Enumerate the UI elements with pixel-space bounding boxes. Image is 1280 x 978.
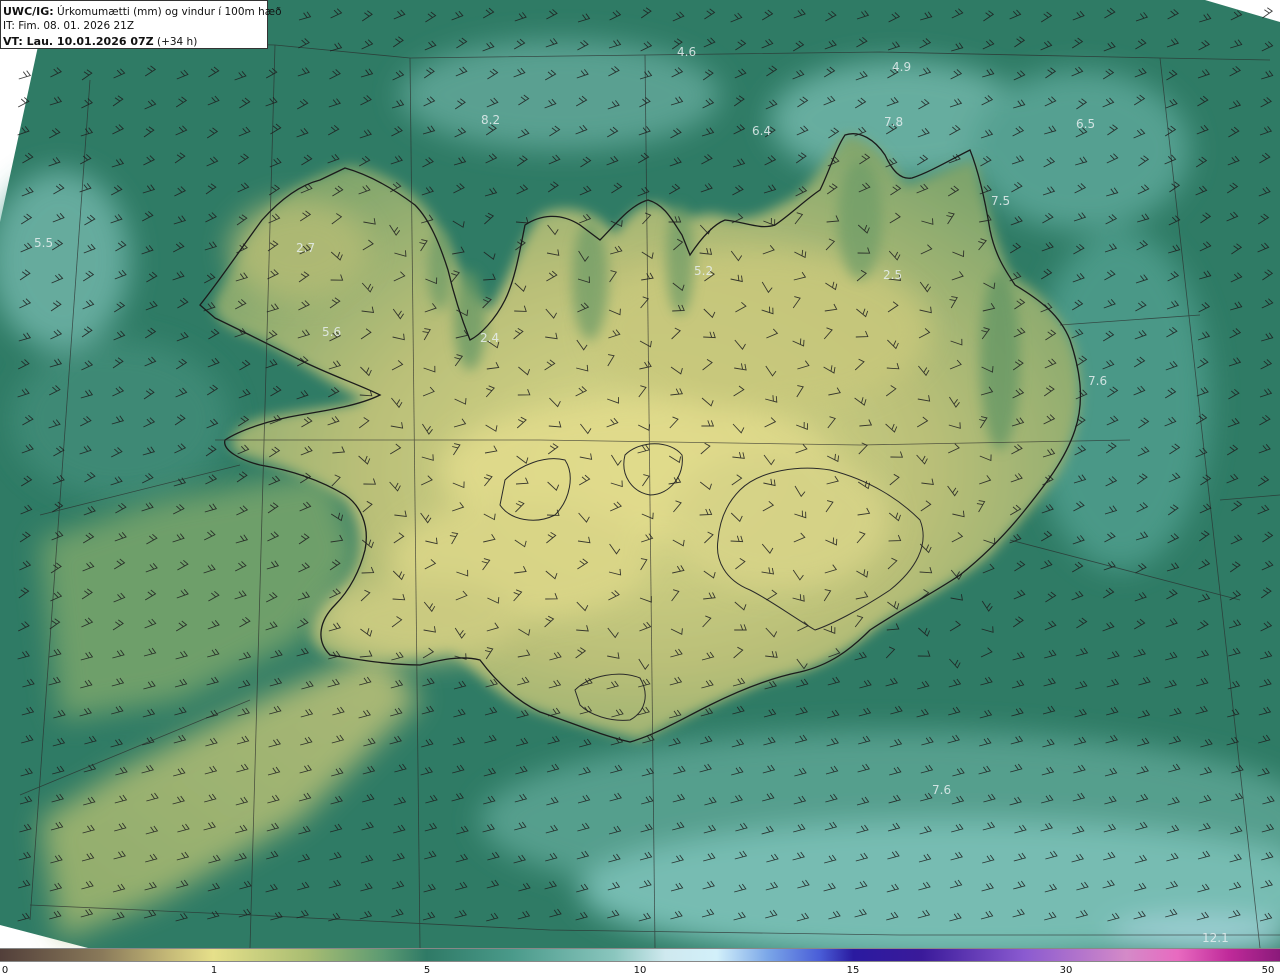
forecast-hour: (+34 h) — [156, 36, 198, 48]
precip-value-label: 12.1 — [1202, 931, 1229, 945]
weather-map: 4.6 4.9 8.2 6.4 7.8 6.5 7.5 5.5 2.7 5.2 … — [0, 0, 1280, 948]
colorbar-tick: 50 — [1261, 965, 1275, 976]
product-code: UWC/IG: — [3, 5, 54, 18]
colorbar-legend: 0 1 5 10 15 30 50 — [0, 948, 1280, 978]
init-time: IT: Fim. 08. 01. 2026 21Z — [3, 20, 135, 32]
colorbar-tick: 10 — [633, 965, 647, 976]
precip-value-label: 8.2 — [481, 113, 500, 127]
map-area: 4.6 4.9 8.2 6.4 7.8 6.5 7.5 5.5 2.7 5.2 … — [0, 0, 1280, 948]
valid-time-date: VT: Lau. 10.01.2026 07Z — [3, 35, 154, 48]
precip-value-label: 2.5 — [883, 268, 902, 282]
precip-value-label: 2.4 — [480, 331, 499, 345]
colorbar-tick: 1 — [210, 965, 218, 976]
precip-value-label: 4.6 — [677, 45, 696, 59]
colorbar-tick: 0 — [1, 965, 9, 976]
precip-value-label: 7.8 — [884, 115, 903, 129]
precip-value-label: 2.7 — [296, 241, 315, 255]
product-description: Úrkomumætti (mm) og vindur í 100m hæð — [57, 6, 282, 18]
model-domain: 4.6 4.9 8.2 6.4 7.8 6.5 7.5 5.5 2.7 5.2 … — [0, 0, 1280, 948]
colorbar-tick: 15 — [846, 965, 860, 976]
precip-value-label: 5.6 — [322, 325, 341, 339]
precip-value-label: 5.2 — [694, 264, 713, 278]
precip-value-label: 5.5 — [34, 236, 53, 250]
precip-value-label: 7.5 — [991, 194, 1010, 208]
colorbar-tick: 30 — [1059, 965, 1073, 976]
product-title: UWC/IG: Úrkomumætti (mm) og vindur í 100… — [3, 4, 282, 19]
precip-value-label: 4.9 — [892, 60, 911, 74]
precip-value-label: 6.5 — [1076, 117, 1095, 131]
precip-value-label: 7.6 — [932, 783, 951, 797]
precip-value-label: 6.4 — [752, 124, 771, 138]
valid-time: VT: Lau. 10.01.2026 07Z (+34 h) — [3, 34, 263, 49]
colorbar-strip — [0, 948, 1280, 962]
map-title-box: UWC/IG: Úrkomumætti (mm) og vindur í 100… — [0, 0, 282, 49]
precip-value-label: 7.6 — [1088, 374, 1107, 388]
colorbar-tick: 5 — [423, 965, 431, 976]
